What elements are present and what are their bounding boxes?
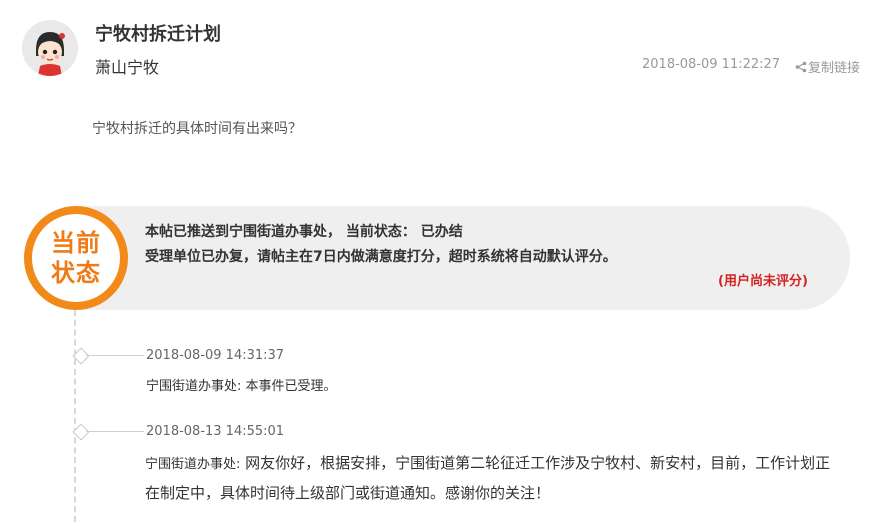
avatar: [22, 20, 78, 76]
share-icon: [795, 61, 807, 73]
status-line1: 本帖已推送到宁围街道办事处， 当前状态： 已办结: [145, 224, 463, 240]
rating-status: (用户尚未评分): [718, 274, 808, 289]
post-title: 宁牧村拆迁计划: [95, 24, 221, 45]
status-badge: 当前 状态: [24, 206, 128, 310]
reply-date: 2018-08-13 14:55:01: [146, 424, 285, 439]
badge-line2: 状态: [51, 259, 101, 287]
reply-text: 宁围街道办事处: 网友你好，根据安排，宁围街道第二轮征迁工作涉及宁牧村、新安村，…: [145, 449, 845, 508]
post-author[interactable]: 萧山宁牧: [95, 54, 159, 78]
copy-link-button[interactable]: 复制链接: [795, 57, 860, 76]
cartoon-avatar-icon: [22, 20, 78, 76]
post-question: 宁牧村拆迁的具体时间有出来吗？: [92, 121, 302, 137]
badge-line1: 当前: [51, 229, 101, 257]
status-line2: 受理单位已办复，请帖主在7日内做满意度打分，超时系统将自动默认评分。: [145, 249, 617, 265]
timeline-line: [74, 310, 76, 522]
reply-content: 网友你好，根据安排，宁围街道第二轮征迁工作涉及宁牧村、新安村，目前，工作计划正在…: [145, 454, 831, 502]
reply-dept: 宁围街道办事处:: [146, 379, 242, 394]
timeline-connector: [86, 431, 144, 432]
reply-content: 本事件已受理。: [245, 379, 337, 394]
reply-dept: 宁围街道办事处:: [145, 457, 241, 472]
reply-text: 宁围街道办事处: 本事件已受理。: [146, 375, 337, 394]
copy-link-label: 复制链接: [808, 61, 861, 76]
timeline-connector: [86, 355, 144, 356]
reply-date: 2018-08-09 14:31:37: [146, 348, 285, 363]
post-datetime: 2018-08-09 11:22:27: [642, 57, 781, 72]
